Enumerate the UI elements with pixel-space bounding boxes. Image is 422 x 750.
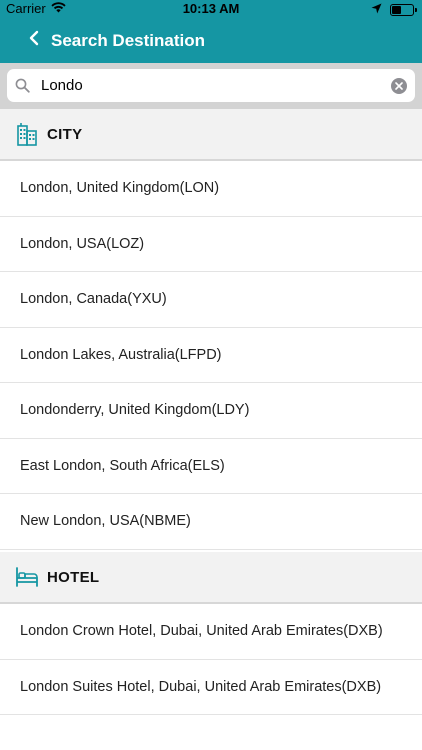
section-header-city: CITY [0, 109, 422, 161]
back-button[interactable] [14, 18, 54, 63]
clear-search-button[interactable] [391, 77, 407, 95]
city-list-item[interactable]: East London, South Africa(ELS) [0, 438, 422, 494]
hotel-list: London Crown Hotel, Dubai, United Arab E… [0, 604, 422, 715]
search-box [7, 69, 415, 102]
status-time: 10:13 AM [182, 1, 240, 16]
city-list-item[interactable]: New London, USA(NBME) [0, 494, 422, 550]
section-label-city: CITY [47, 125, 83, 143]
city-list-item[interactable]: London Lakes, Australia(LFPD) [0, 327, 422, 383]
section-header-hotel: HOTEL [0, 552, 422, 604]
city-list-item[interactable]: London, United Kingdom(LON) [0, 161, 422, 217]
chevron-left-icon [28, 30, 40, 51]
search-icon [15, 78, 33, 93]
search-input[interactable] [41, 77, 391, 94]
battery-fill [392, 5, 401, 14]
search-bar [0, 63, 422, 109]
hotel-list-item[interactable]: London Crown Hotel, Dubai, United Arab E… [0, 604, 422, 660]
city-icon [15, 122, 39, 146]
city-list-item[interactable]: London, Canada(YXU) [0, 272, 422, 328]
city-list-item[interactable]: London, USA(LOZ) [0, 216, 422, 272]
battery-icon [390, 3, 417, 16]
section-label-hotel: HOTEL [47, 568, 100, 586]
status-right [371, 2, 417, 17]
status-bar: Carrier 10:13 AM [0, 0, 422, 18]
hotel-bed-icon [15, 565, 39, 589]
location-arrow-icon [371, 2, 382, 17]
page-title: Search Destination [51, 30, 205, 50]
city-list-item[interactable]: Londonderry, United Kingdom(LDY) [0, 383, 422, 439]
clear-icon [395, 77, 403, 95]
hotel-list-item[interactable]: London Suites Hotel, Dubai, United Arab … [0, 659, 422, 715]
nav-bar: Search Destination [0, 18, 422, 63]
city-list: London, United Kingdom(LON) London, USA(… [0, 161, 422, 550]
